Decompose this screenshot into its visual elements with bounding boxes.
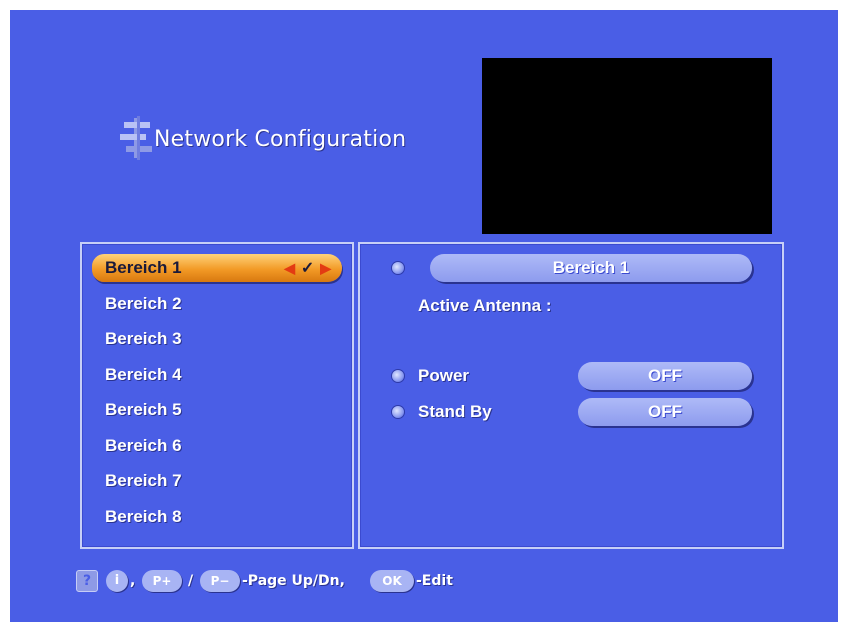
list-item-label: Bereich 2 [105,294,182,313]
list-item-bereich-3[interactable]: Bereich 3 [92,325,342,353]
list-item-bereich-4[interactable]: Bereich 4 [92,361,342,389]
bullet-icon [392,262,404,274]
check-icon: ✓ [300,260,316,277]
bullet-icon [392,406,404,418]
page-title: Network Configuration [154,127,407,152]
page-down-button[interactable]: P− [200,570,240,592]
standby-toggle[interactable]: OFF [578,398,752,426]
edit-hint-text: -Edit [416,573,453,589]
list-item-bereich-5[interactable]: Bereich 5 [92,396,342,424]
selection-indicator: ◀ ✓ ▶ [284,254,332,282]
list-item-label: Bereich 7 [105,471,182,490]
list-item-label: Bereich 8 [105,507,182,526]
separator-text: , [130,573,136,589]
area-details-panel: Bereich 1 Active Antenna : Power OFF Sta… [358,242,784,549]
list-item-label: Bereich 4 [105,365,182,384]
arrow-left-icon[interactable]: ◀ [284,260,296,276]
list-item-bereich-2[interactable]: Bereich 2 [92,290,342,318]
bullet-icon [392,370,404,382]
power-toggle[interactable]: OFF [578,362,752,390]
page-up-button[interactable]: P+ [142,570,182,592]
arrow-right-icon[interactable]: ▶ [320,260,332,276]
page-hint-text: -Page Up/Dn, [242,573,345,589]
page-header: Network Configuration [118,110,478,170]
power-label: Power [418,366,470,385]
list-item-label: Bereich 5 [105,400,182,419]
list-item-bereich-7[interactable]: Bereich 7 [92,467,342,495]
area-name-field[interactable]: Bereich 1 [430,254,752,282]
tv-menu-screen: Network Configuration Bereich 1 ◀ ✓ ▶ Be… [10,10,838,622]
ok-button[interactable]: OK [370,570,414,592]
list-item-label: Bereich 6 [105,436,182,455]
list-item-label: Bereich 1 [105,258,182,277]
video-preview [482,58,772,234]
list-item-bereich-6[interactable]: Bereich 6 [92,432,342,460]
list-item-bereich-1[interactable]: Bereich 1 ◀ ✓ ▶ [92,254,342,282]
list-item-label: Bereich 3 [105,329,182,348]
active-antenna-label: Active Antenna : [418,296,552,315]
info-icon[interactable]: i [106,570,128,592]
help-icon[interactable]: ? [76,570,98,592]
area-list-panel: Bereich 1 ◀ ✓ ▶ Bereich 2 Bereich 3 Bere… [80,242,354,549]
standby-label: Stand By [418,402,492,421]
list-item-bereich-8[interactable]: Bereich 8 [92,503,342,531]
help-bar: ? i , P+ / P− -Page Up/Dn, OK -Edit [76,568,676,594]
slash-text: / [188,573,194,589]
